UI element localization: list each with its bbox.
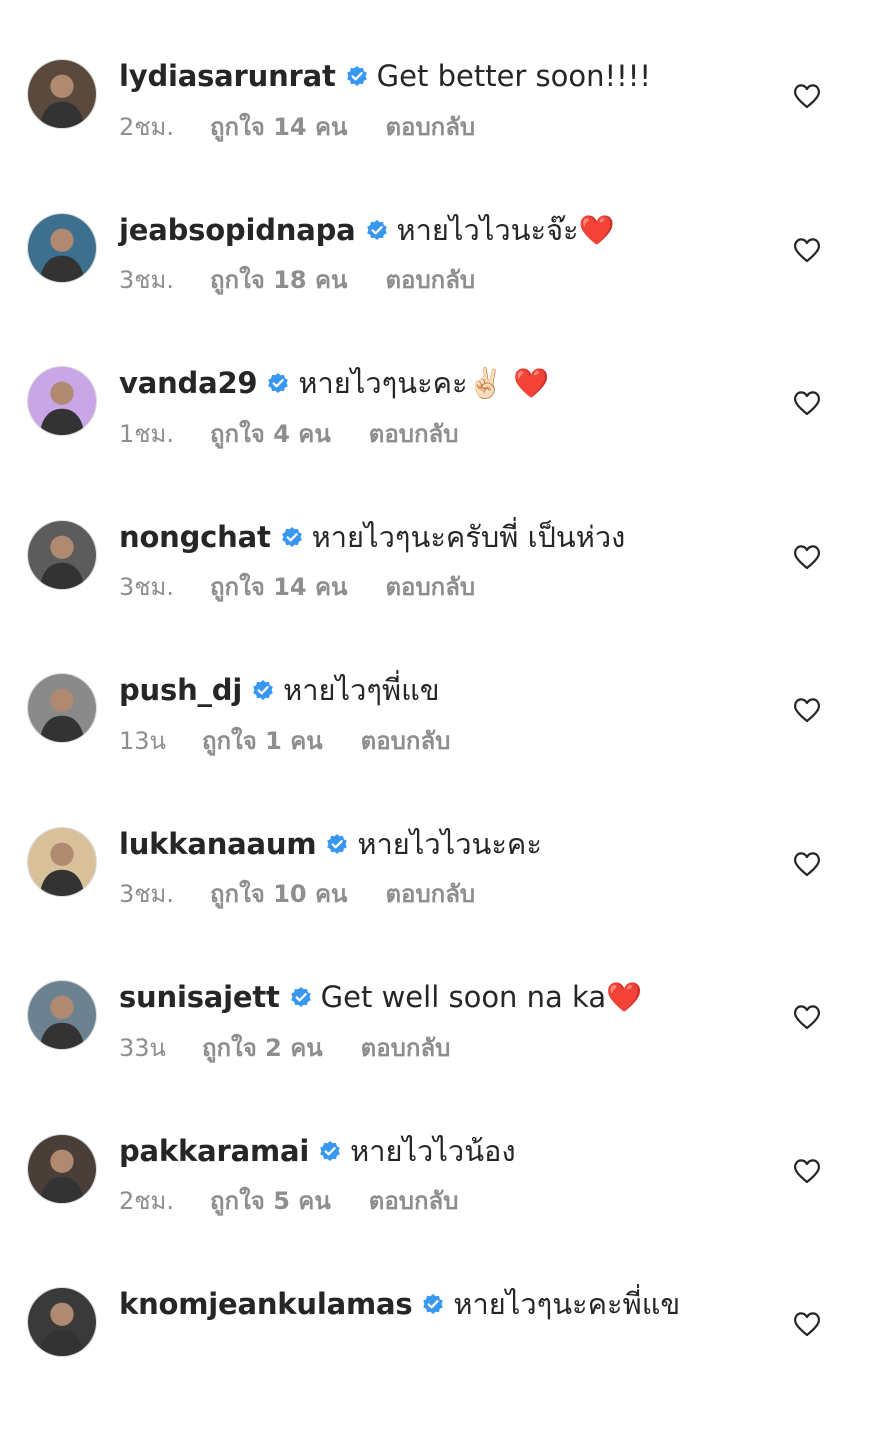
username[interactable]: vanda29 xyxy=(119,366,258,400)
comment-time: 3ชม. xyxy=(119,573,175,601)
comment-meta: 2ชม. ถูกใจ 14 คน ตอบกลับ xyxy=(119,110,475,142)
comment-meta: 13น ถูกใจ 1 คน ตอบกลับ xyxy=(119,724,450,756)
comment-time: 3ชม. xyxy=(119,880,175,908)
reply-button[interactable]: ตอบกลับ xyxy=(369,1181,459,1220)
heart-outline-icon[interactable] xyxy=(793,851,821,877)
verified-badge-icon xyxy=(345,64,369,88)
comment-item: knomjeankulamas หายไวๆนะคะพี่แข xyxy=(0,1284,870,1438)
verified-badge-icon xyxy=(325,832,349,856)
comment-text: หายไวๆพี่แข xyxy=(283,673,440,707)
like-count[interactable]: ถูกใจ 1 คน xyxy=(202,721,323,760)
comment-header: sunisajett Get well soon na ka❤️ xyxy=(119,977,642,1017)
avatar[interactable] xyxy=(27,519,97,590)
comment-item: lukkanaaum หายไวไวนะคะ 3ชม. ถูกใจ 10 คน … xyxy=(0,824,870,978)
comment-header: jeabsopidnapa หายไวไวนะจ๊ะ❤️ xyxy=(119,210,615,250)
username[interactable]: knomjeankulamas xyxy=(119,1287,413,1321)
comment-header: push_dj หายไวๆพี่แข xyxy=(119,670,440,710)
comment-item: lydiasarunrat Get better soon!!!! 2ชม. ถ… xyxy=(0,56,870,210)
reply-button[interactable]: ตอบกลับ xyxy=(385,567,475,606)
comment-meta: 3ชม. ถูกใจ 14 คน ตอบกลับ xyxy=(119,571,475,603)
username[interactable]: jeabsopidnapa xyxy=(119,213,356,247)
reply-button[interactable]: ตอบกลับ xyxy=(385,107,475,146)
comment-item: nongchat หายไวๆนะครับพี่ เป็นห่วง 3ชม. ถ… xyxy=(0,517,870,671)
verified-badge-icon xyxy=(365,218,389,242)
comment-item: jeabsopidnapa หายไวไวนะจ๊ะ❤️ 3ชม. ถูกใจ … xyxy=(0,210,870,364)
comment-time: 2ชม. xyxy=(119,1187,175,1215)
reply-button[interactable]: ตอบกลับ xyxy=(361,721,451,760)
heart-outline-icon[interactable] xyxy=(793,237,821,263)
heart-outline-icon[interactable] xyxy=(793,390,821,416)
avatar[interactable] xyxy=(27,826,97,897)
comment-text: หายไวไวนะจ๊ะ❤️ xyxy=(396,212,615,247)
like-count[interactable]: ถูกใจ 18 คน xyxy=(210,260,347,299)
heart-outline-icon[interactable] xyxy=(793,83,821,109)
verified-badge-icon xyxy=(318,1139,342,1163)
comment-text: หายไวๆนะครับพี่ เป็นห่วง xyxy=(311,519,626,554)
reply-button[interactable]: ตอบกลับ xyxy=(385,874,475,913)
verified-badge-icon xyxy=(289,985,313,1009)
comment-meta: 3ชม. ถูกใจ 18 คน ตอบกลับ xyxy=(119,264,475,296)
heart-outline-icon[interactable] xyxy=(793,1158,821,1184)
comment-header: lydiasarunrat Get better soon!!!! xyxy=(119,56,651,96)
like-count[interactable]: ถูกใจ 4 คน xyxy=(210,414,331,453)
heart-outline-icon[interactable] xyxy=(793,544,821,570)
verified-badge-icon xyxy=(251,678,275,702)
comment-time: 3ชม. xyxy=(119,266,175,294)
comment-meta xyxy=(119,1338,193,1370)
verified-badge-icon xyxy=(280,525,304,549)
like-count[interactable]: ถูกใจ 2 คน xyxy=(202,1028,323,1067)
comment-header: nongchat หายไวๆนะครับพี่ เป็นห่วง xyxy=(119,517,625,557)
avatar[interactable] xyxy=(27,1287,97,1357)
verified-badge-icon xyxy=(421,1292,445,1316)
comment-meta: 2ชม. ถูกใจ 5 คน ตอบกลับ xyxy=(119,1185,458,1217)
avatar[interactable] xyxy=(27,59,97,129)
reply-button[interactable]: ตอบกลับ xyxy=(369,414,459,453)
username[interactable]: push_dj xyxy=(119,673,242,707)
comment-header: vanda29 หายไวๆนะคะ✌🏻 ❤️ xyxy=(119,363,549,403)
comment-time: 2ชม. xyxy=(119,112,175,141)
comment-text: หายไวๆนะคะพี่แข xyxy=(453,1287,681,1321)
comment-item: vanda29 หายไวๆนะคะ✌🏻 ❤️ 1ชม. ถูกใจ 4 คน … xyxy=(0,363,870,517)
like-count[interactable]: ถูกใจ 14 คน xyxy=(210,107,347,146)
comment-meta: 33น ถูกใจ 2 คน ตอบกลับ xyxy=(119,1031,450,1063)
comment-text: Get better soon!!!! xyxy=(376,59,652,93)
heart-outline-icon[interactable] xyxy=(793,1004,821,1030)
comment-header: knomjeankulamas หายไวๆนะคะพี่แข xyxy=(119,1284,680,1324)
comment-item: pakkaramai หายไวไวน้อง 2ชม. ถูกใจ 5 คน ต… xyxy=(0,1131,870,1285)
like-count[interactable]: ถูกใจ 10 คน xyxy=(210,874,347,913)
username[interactable]: sunisajett xyxy=(119,980,280,1014)
username[interactable]: lydiasarunrat xyxy=(119,59,336,93)
comment-time: 1ชม. xyxy=(119,419,175,448)
avatar[interactable] xyxy=(27,366,97,436)
comment-text: หายไวๆนะคะ✌🏻 ❤️ xyxy=(298,366,550,400)
avatar[interactable] xyxy=(27,212,97,283)
comment-text: หายไวไวน้อง xyxy=(350,1133,516,1168)
avatar[interactable] xyxy=(27,673,97,743)
username[interactable]: nongchat xyxy=(119,520,271,554)
comment-header: lukkanaaum หายไวไวนะคะ xyxy=(119,824,542,864)
reply-button[interactable]: ตอบกลับ xyxy=(385,260,475,299)
comment-item: sunisajett Get well soon na ka❤️ 33น ถูก… xyxy=(0,977,870,1131)
like-count[interactable]: ถูกใจ 14 คน xyxy=(210,567,347,606)
avatar[interactable] xyxy=(27,980,97,1050)
comment-item: push_dj หายไวๆพี่แข 13น ถูกใจ 1 คน ตอบกล… xyxy=(0,670,870,824)
verified-badge-icon xyxy=(266,371,290,395)
reply-button[interactable]: ตอบกลับ xyxy=(361,1028,451,1067)
comment-meta: 3ชม. ถูกใจ 10 คน ตอบกลับ xyxy=(119,878,475,910)
comment-time: 33น xyxy=(119,1033,166,1062)
like-count[interactable]: ถูกใจ 5 คน xyxy=(210,1181,331,1220)
comment-text: หายไวไวนะคะ xyxy=(357,826,542,861)
comment-header: pakkaramai หายไวไวน้อง xyxy=(119,1131,516,1171)
avatar[interactable] xyxy=(27,1133,97,1204)
comment-meta: 1ชม. ถูกใจ 4 คน ตอบกลับ xyxy=(119,417,458,449)
username[interactable]: pakkaramai xyxy=(119,1134,309,1168)
heart-outline-icon[interactable] xyxy=(793,1311,821,1337)
heart-outline-icon[interactable] xyxy=(793,697,821,723)
username[interactable]: lukkanaaum xyxy=(119,827,317,861)
comment-time: 13น xyxy=(119,726,166,755)
comment-text: Get well soon na ka❤️ xyxy=(320,979,643,1014)
